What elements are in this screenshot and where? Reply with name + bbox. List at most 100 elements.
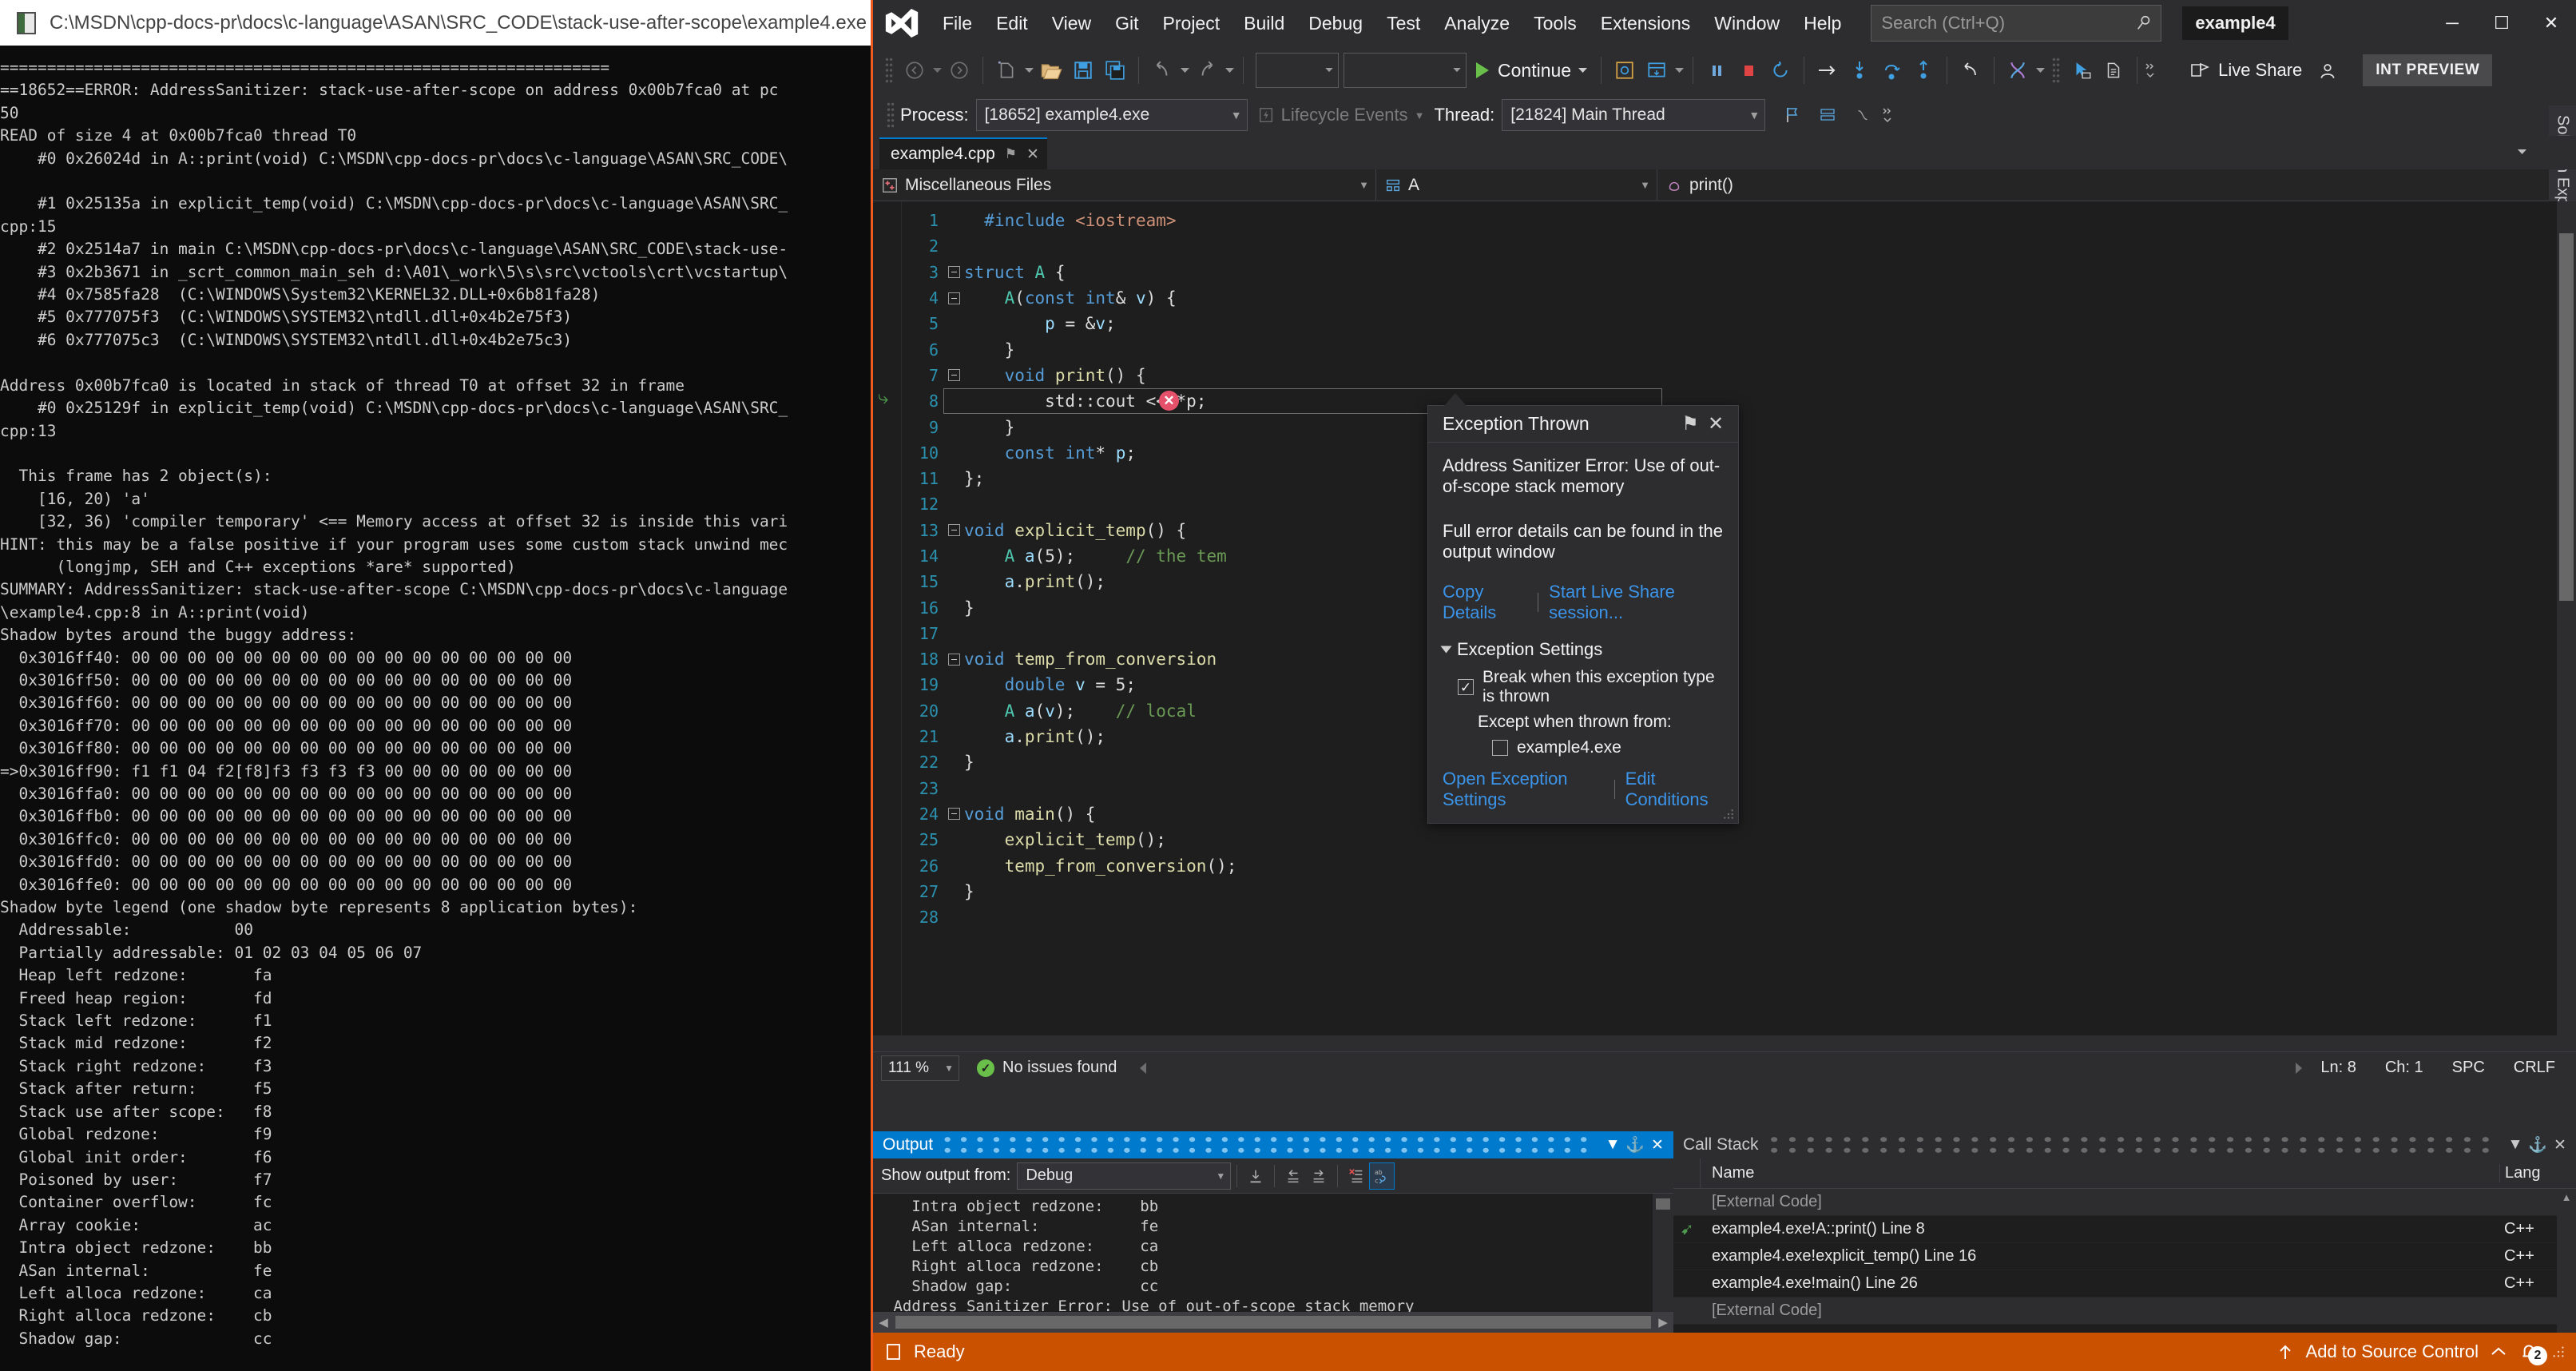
- fold-toggle[interactable]: [943, 808, 964, 821]
- resize-grip-icon[interactable]: [2552, 1345, 2565, 1358]
- exception-marker-icon[interactable]: ✕: [1159, 391, 1179, 411]
- close-icon[interactable]: ✕: [1703, 412, 1729, 435]
- fold-toggle[interactable]: [943, 292, 964, 304]
- close-icon[interactable]: ✕: [2549, 1133, 2571, 1157]
- pin-icon[interactable]: ⚓: [1624, 1133, 1646, 1157]
- exe-exclusion-checkbox[interactable]: [1492, 740, 1508, 756]
- output-panel-header[interactable]: Output ▼ ⚓ ✕: [873, 1131, 1673, 1158]
- call-stack-panel-header[interactable]: Call Stack ▼ ⚓ ✕: [1673, 1131, 2576, 1158]
- thread-combo[interactable]: [21824] Main Thread ▼: [1502, 99, 1766, 131]
- toolbar-grip[interactable]: [886, 101, 895, 129]
- step-into-button[interactable]: [1844, 53, 1875, 88]
- previous-message-button[interactable]: [1280, 1162, 1306, 1190]
- exception-thrown-dialog[interactable]: Exception Thrown ⚑ ✕ Address Sanitizer E…: [1427, 393, 1739, 824]
- menu-item-window[interactable]: Window: [1702, 7, 1792, 40]
- cursor-select-button[interactable]: [2066, 53, 2098, 88]
- toolbar-overflow-button[interactable]: [2145, 53, 2157, 88]
- call-stack-row[interactable]: example4.exe!explicit_temp() Line 16 C++: [1673, 1243, 2576, 1270]
- prev-issue-arrow-icon[interactable]: [1136, 1060, 1150, 1076]
- fold-toggle[interactable]: [943, 524, 964, 537]
- debug-overflow-button[interactable]: [1882, 97, 1895, 133]
- lifecycle-events-button[interactable]: Lifecycle Events ▼: [1257, 105, 1424, 125]
- menu-item-edit[interactable]: Edit: [984, 7, 1040, 40]
- copy-details-link[interactable]: Copy Details: [1443, 582, 1527, 623]
- break-on-exception-checkbox[interactable]: ✓: [1458, 679, 1474, 695]
- call-stack-row[interactable]: [External Code]: [1673, 1297, 2576, 1325]
- code-line[interactable]: 25 explicit_temp();: [873, 827, 2576, 852]
- menu-item-help[interactable]: Help: [1792, 7, 1853, 40]
- start-live-share-link[interactable]: Start Live Share session...: [1549, 582, 1724, 623]
- menu-item-git[interactable]: Git: [1103, 7, 1150, 40]
- panel-drag-dots[interactable]: [941, 1131, 1594, 1158]
- menu-item-test[interactable]: Test: [1375, 7, 1432, 40]
- new-project-dropdown[interactable]: [1022, 53, 1035, 88]
- undo-dropdown[interactable]: [1178, 53, 1191, 88]
- chevron-up-icon[interactable]: [2491, 1347, 2506, 1357]
- output-vertical-scrollbar[interactable]: [1653, 1194, 1673, 1312]
- new-project-button[interactable]: [990, 53, 1022, 88]
- toggle-word-wrap-button[interactable]: ab c: [1369, 1162, 1395, 1190]
- code-line[interactable]: 5 p = &v;: [873, 311, 2576, 336]
- live-preview-dropdown[interactable]: [1673, 53, 1685, 88]
- close-icon[interactable]: ✕: [1026, 145, 1039, 164]
- stop-debugging-button[interactable]: [1733, 53, 1764, 88]
- resize-grip-icon[interactable]: [1723, 809, 1734, 820]
- code-line[interactable]: 4 A(const int& v) {: [873, 285, 2576, 311]
- code-line[interactable]: 27}: [873, 879, 2576, 904]
- menu-item-analyze[interactable]: Analyze: [1432, 7, 1522, 40]
- menu-item-extensions[interactable]: Extensions: [1589, 7, 1703, 40]
- break-on-exception-row[interactable]: ✓ Break when this exception type is thro…: [1458, 668, 1724, 706]
- call-stack-row[interactable]: [External Code]: [1673, 1189, 2576, 1216]
- threads-button[interactable]: [2002, 53, 2034, 88]
- process-combo[interactable]: [18652] example4.exe ▼: [975, 99, 1248, 131]
- menu-item-project[interactable]: Project: [1151, 7, 1232, 40]
- undo-button[interactable]: [1146, 53, 1178, 88]
- step-back-button[interactable]: [1955, 53, 1987, 88]
- output-text[interactable]: Intra object redzone: bb ASan internal: …: [873, 1194, 1673, 1312]
- pin-icon[interactable]: ⚑: [1005, 146, 1017, 162]
- document-tab-example4-cpp[interactable]: example4.cpp ⚑ ✕: [879, 137, 1047, 169]
- panel-drag-dots[interactable]: [1767, 1131, 2496, 1158]
- lang-column-header[interactable]: Lang: [2499, 1164, 2576, 1182]
- code-line[interactable]: 2: [873, 233, 2576, 259]
- live-share-button[interactable]: Live Share: [2180, 53, 2312, 88]
- exe-exclusion-row[interactable]: example4.exe: [1492, 738, 1724, 757]
- nav-type-combo[interactable]: A ▼: [1376, 169, 1657, 201]
- exception-settings-toggle[interactable]: Exception Settings: [1440, 639, 1724, 660]
- menu-item-view[interactable]: View: [1040, 7, 1103, 40]
- toolbar-grip[interactable]: [2051, 57, 2061, 84]
- save-button[interactable]: [1067, 53, 1099, 88]
- output-horizontal-scrollbar[interactable]: ◀ ▶: [873, 1312, 1673, 1333]
- pin-icon[interactable]: ⚓: [2526, 1133, 2549, 1157]
- continue-button[interactable]: Continue: [1467, 53, 1594, 88]
- line-ending-indicator[interactable]: CRLF: [2499, 1059, 2570, 1077]
- scrollbar-thumb[interactable]: [895, 1316, 1651, 1329]
- panel-menu-button[interactable]: ▼: [2504, 1133, 2526, 1157]
- menu-item-build[interactable]: Build: [1232, 7, 1296, 40]
- restart-button[interactable]: [1764, 53, 1796, 88]
- code-line[interactable]: 6 }: [873, 336, 2576, 362]
- next-message-button[interactable]: [1306, 1162, 1332, 1190]
- tab-list-button[interactable]: [2515, 134, 2528, 169]
- toolbar-grip[interactable]: [884, 57, 894, 84]
- code-line[interactable]: 3 struct A {: [873, 260, 2576, 285]
- minimize-button[interactable]: ─: [2427, 1, 2477, 46]
- call-stack-vertical-scrollbar[interactable]: ▲: [2557, 1189, 2576, 1333]
- editor-horizontal-scrollbar[interactable]: [873, 1035, 2557, 1051]
- code-line[interactable]: 7 void print() {: [873, 363, 2576, 388]
- close-button[interactable]: ✕: [2526, 1, 2576, 46]
- call-stack-row[interactable]: example4.exe!main() Line 26 C++: [1673, 1270, 2576, 1297]
- account-button[interactable]: [2312, 53, 2344, 88]
- call-stack-row[interactable]: ➹ example4.exe!A::print() Line 8 C++: [1673, 1216, 2576, 1243]
- next-issue-arrow-icon[interactable]: [2292, 1060, 2306, 1076]
- notifications-button[interactable]: 2: [2518, 1341, 2547, 1365]
- menu-item-file[interactable]: File: [931, 7, 984, 40]
- scrollbar-thumb[interactable]: [2559, 233, 2574, 601]
- stack-frame-list-button[interactable]: [1812, 97, 1844, 133]
- break-all-button[interactable]: [1701, 53, 1733, 88]
- search-input[interactable]: [1881, 13, 2136, 34]
- open-file-button[interactable]: [1035, 53, 1067, 88]
- scroll-right-arrow-icon[interactable]: ▶: [1653, 1315, 1673, 1329]
- live-preview-button[interactable]: [1641, 53, 1673, 88]
- menu-item-tools[interactable]: Tools: [1522, 7, 1589, 40]
